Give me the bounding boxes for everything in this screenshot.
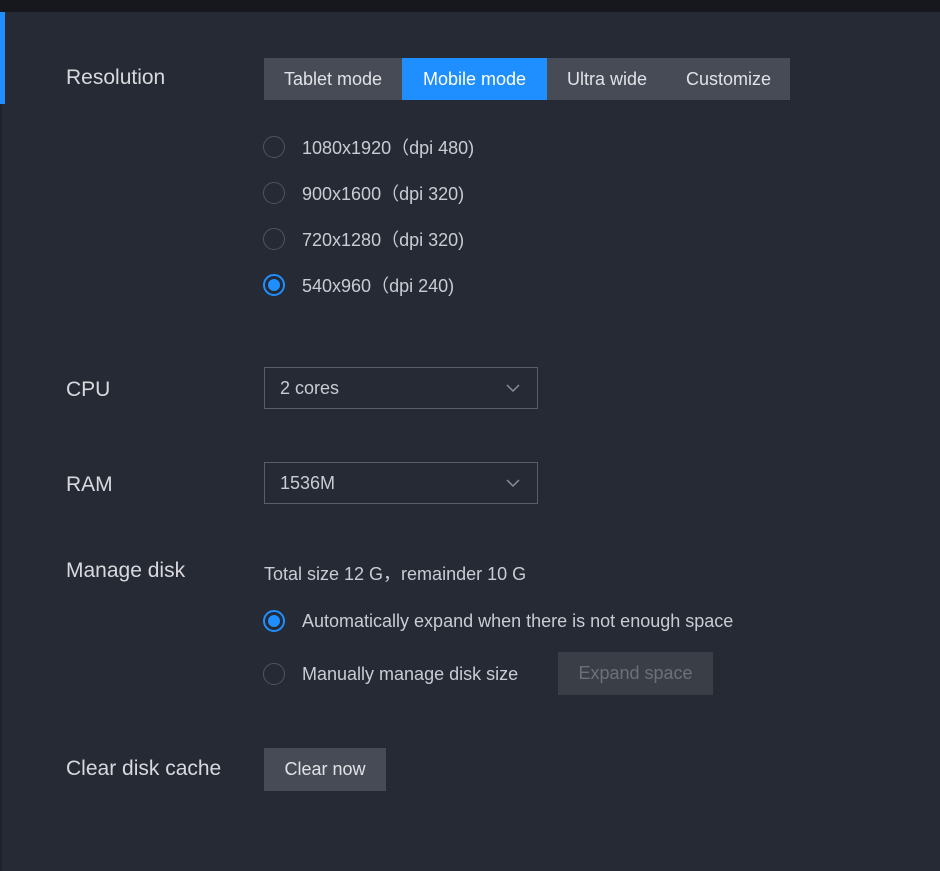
cpu-select-value: 2 cores [280,377,340,398]
disk-manual-label: Manually manage disk size [302,663,519,684]
resolution-label: Resolution [66,66,166,89]
expand-space-button[interactable]: Expand space [558,652,713,695]
radio-button-checked[interactable] [263,274,285,296]
ram-label: RAM [66,473,113,496]
ram-select-value: 1536M [280,472,336,493]
radio-button[interactable] [263,228,285,250]
radio-button[interactable] [263,182,285,204]
sidebar-edge [0,104,2,871]
chevron-down-icon [506,384,520,393]
tab-tablet-mode[interactable]: Tablet mode [264,58,402,100]
resolution-option-label: 1080x1920（dpi 480) [302,138,475,158]
tab-customize[interactable]: Customize [667,58,790,100]
clear-now-button[interactable]: Clear now [264,748,386,791]
resolution-option-720x1280[interactable]: 720x1280（dpi 320) [263,226,464,252]
resolution-option-label: 900x1600（dpi 320) [302,184,465,204]
ram-select[interactable]: 1536M [264,462,538,504]
tab-ultra-wide[interactable]: Ultra wide [547,58,667,100]
clear-disk-cache-label: Clear disk cache [66,757,222,780]
resolution-option-label: 540x960（dpi 240) [302,276,455,296]
radio-button-checked[interactable] [263,610,285,632]
tab-mobile-mode[interactable]: Mobile mode [402,58,547,100]
chevron-down-icon [506,479,520,488]
resolution-option-1080x1920[interactable]: 1080x1920（dpi 480) [263,134,474,160]
radio-button[interactable] [263,136,285,158]
disk-auto-expand-label: Automatically expand when there is not e… [302,610,734,631]
cpu-select[interactable]: 2 cores [264,367,538,409]
cpu-label: CPU [66,378,111,401]
resolution-option-label: 720x1280（dpi 320) [302,230,465,250]
manage-disk-label: Manage disk [66,559,186,582]
disk-manual-option[interactable]: Manually manage disk size [263,661,518,687]
resolution-option-900x1600[interactable]: 900x1600（dpi 320) [263,180,464,206]
resolution-mode-selector: Tablet mode Mobile mode Ultra wide Custo… [264,58,790,100]
disk-auto-expand-option[interactable]: Automatically expand when there is not e… [263,608,733,634]
disk-size-info: Total size 12 G，remainder 10 G [264,564,527,584]
active-section-indicator [0,12,5,104]
resolution-option-540x960[interactable]: 540x960（dpi 240) [263,272,454,298]
top-bar [0,0,940,12]
radio-button[interactable] [263,663,285,685]
